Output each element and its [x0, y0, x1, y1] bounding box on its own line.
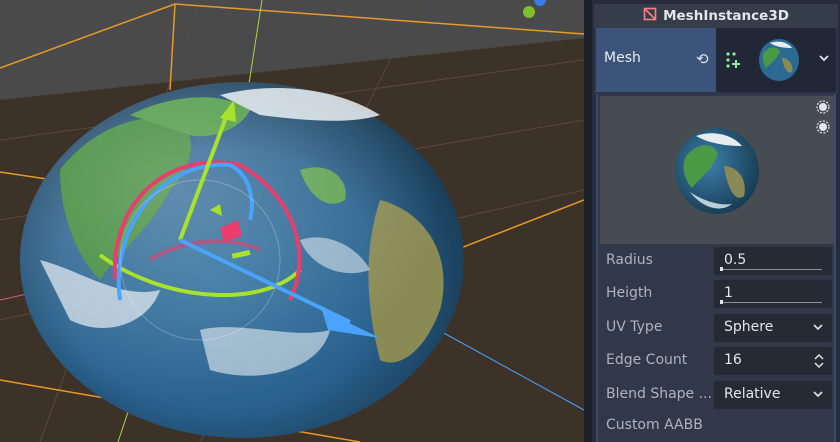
inspector-header: MeshInstance3D: [594, 4, 838, 28]
prop-custom-aabb[interactable]: Custom AABB: [598, 409, 834, 442]
mesh-property-label-box: Mesh ⟲: [596, 28, 716, 92]
3d-viewport[interactable]: [0, 0, 584, 442]
prop-edge-count: Edge Count 16: [598, 344, 834, 378]
mesh-instance-icon: [643, 7, 657, 25]
prop-radius: Radius 0.5: [598, 244, 834, 278]
revert-icon[interactable]: ⟲: [696, 51, 712, 67]
viewport-scene[interactable]: [0, 0, 584, 442]
dock-splitter[interactable]: [584, 0, 592, 442]
prop-uv-type: UV Type Sphere: [598, 311, 834, 345]
uv-type-select[interactable]: Sphere: [714, 314, 832, 342]
node-type-title: MeshInstance3D: [663, 8, 789, 24]
mesh-property-row: Mesh ⟲: [594, 28, 838, 94]
spinner-arrows-icon[interactable]: [814, 353, 824, 369]
mesh-resource-picker[interactable]: [716, 28, 836, 92]
edge-count-spinbox[interactable]: 16: [714, 347, 832, 375]
inspector-panel: MeshInstance3D Mesh ⟲ Radius 0.5 Heigth …: [592, 0, 840, 442]
radius-slider[interactable]: 0.5: [714, 247, 832, 275]
prop-height: Heigth 1: [598, 277, 834, 311]
light2-toggle-icon[interactable]: [816, 120, 830, 134]
preview-globe: [674, 126, 760, 216]
chevron-down-icon[interactable]: [816, 50, 832, 66]
mesh-property-label: Mesh: [604, 50, 641, 66]
slider-grabber[interactable]: [720, 267, 723, 271]
slider-grabber[interactable]: [720, 300, 723, 304]
prop-blend-shape: Blend Shape ... Relative: [598, 378, 834, 412]
earth-mesh[interactable]: [20, 82, 464, 438]
chevron-down-icon: [812, 321, 824, 333]
chevron-down-icon: [812, 388, 824, 400]
blend-shape-select[interactable]: Relative: [714, 381, 832, 409]
view-gizmo-y[interactable]: [523, 6, 535, 18]
mesh-subresource-panel: Radius 0.5 Heigth 1 UV Type Sphere Edge …: [596, 94, 836, 442]
globe-thumbnail-icon[interactable]: [758, 38, 800, 82]
drag-icon[interactable]: [724, 50, 742, 68]
height-slider[interactable]: 1: [714, 280, 832, 308]
light-toggle-icon[interactable]: [816, 100, 830, 114]
mesh-preview: [600, 96, 834, 244]
